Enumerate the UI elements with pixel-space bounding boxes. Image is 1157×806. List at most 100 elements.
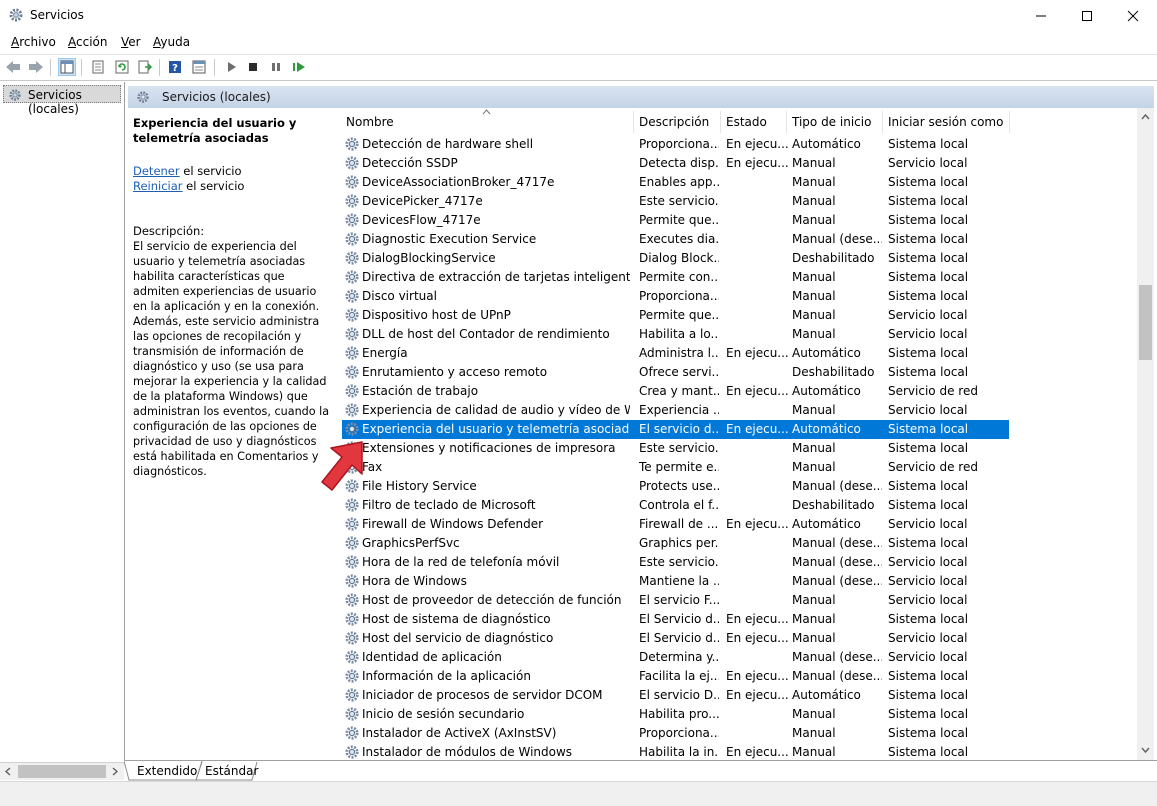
export-list-button[interactable] (136, 58, 154, 76)
service-row[interactable]: Instalador de ActiveX (AxInstSV) Proporci… (342, 724, 1009, 743)
service-row[interactable]: Instalador de módulos de Windows Habilita… (342, 743, 1009, 760)
show-hide-tree-button[interactable] (58, 58, 76, 76)
column-separator[interactable] (1009, 111, 1010, 133)
service-gear-icon (345, 422, 359, 436)
close-button[interactable] (1110, 0, 1156, 31)
service-name: Directiva de extracción de tarjetas inte… (362, 270, 630, 284)
stop-service-button[interactable] (244, 58, 262, 76)
service-row[interactable]: Identidad de aplicación Determina y... Man… (342, 648, 1009, 667)
service-row[interactable]: Detección SSDP Detecta disp... En ejecu...… (342, 154, 1009, 173)
service-row-selected[interactable]: Experiencia del usuario y telemetría aso… (342, 420, 1009, 439)
service-name: Estación de trabajo (362, 384, 479, 398)
column-separator[interactable] (786, 111, 787, 133)
service-row[interactable]: Diagnostic Execution Service Executes dia… (342, 230, 1009, 249)
column-header-name[interactable]: Nombre (346, 115, 394, 129)
pane-header-title: Servicios (locales) (162, 90, 271, 104)
service-name: DeviceAssociationBroker_4717e (362, 175, 555, 189)
service-row[interactable]: Host de proveedor de detección de funció… (342, 591, 1009, 610)
column-header-startup-type[interactable]: Tipo de inicio (792, 115, 871, 129)
scroll-left-icon (4, 767, 11, 776)
service-description: Permite que... (639, 308, 719, 322)
column-separator[interactable] (633, 111, 634, 133)
service-name: Inicio de sesión secundario (362, 707, 525, 721)
service-description: Habilita la in... (639, 745, 719, 759)
service-row[interactable]: Hora de Windows Mantiene la ... Manual (de… (342, 572, 1009, 591)
service-startup-type: Manual (dese... (792, 669, 882, 683)
service-row[interactable]: Energía Administra l... En ejecu... Automát… (342, 344, 1009, 363)
service-logon-as: Sistema local (888, 669, 969, 683)
service-detail-title: Experiencia del usuario y telemetría aso… (133, 116, 297, 145)
pause-service-button[interactable] (267, 58, 285, 76)
properties-button[interactable] (89, 58, 107, 76)
service-row[interactable]: Host del servicio de diagnóstico El Servi… (342, 629, 1009, 648)
column-separator[interactable] (720, 111, 721, 133)
toolbar-separator (50, 59, 51, 76)
service-row[interactable]: Detección de hardware shell Proporciona..… (342, 135, 1009, 154)
service-logon-as: Sistema local (888, 479, 969, 493)
maximize-button[interactable] (1064, 0, 1110, 31)
service-row[interactable]: Experiencia de calidad de audio y vídeo … (342, 401, 1009, 420)
service-row[interactable]: Iniciador de procesos de servidor DCOM El… (342, 686, 1009, 705)
service-row[interactable]: DialogBlockingService Dialog Block... Desh… (342, 249, 1009, 268)
service-description: Determina y... (639, 650, 719, 664)
restart-service-button[interactable] (290, 58, 308, 76)
tree-hscroll-thumb[interactable] (18, 765, 106, 778)
service-description: Detecta disp... (639, 156, 719, 170)
service-row[interactable]: Hora de la red de telefonía móvil Este se… (342, 553, 1009, 572)
service-name: Iniciador de procesos de servidor DCOM (362, 688, 603, 702)
service-row[interactable]: Enrutamiento y acceso remoto Ofrece servi… (342, 363, 1009, 382)
menu-bar: Archivo Acción Ver Ayuda (0, 31, 1157, 53)
menu-ayuda[interactable]: Ayuda (153, 35, 190, 49)
service-row[interactable]: DeviceAssociationBroker_4717e Enables app… (342, 173, 1009, 192)
service-row[interactable]: Información de la aplicación Facilita la … (342, 667, 1009, 686)
service-gear-icon (345, 213, 359, 227)
list-vertical-scrollbar[interactable] (1137, 108, 1154, 760)
stop-service-link[interactable]: Detener (133, 164, 180, 178)
view-tabs: Extendido Estándar (124, 760, 1157, 782)
service-description: Proporciona... (639, 289, 719, 303)
service-name: DevicesFlow_4717e (362, 213, 481, 227)
column-separator[interactable] (882, 111, 883, 133)
service-row[interactable]: DLL de host del Contador de rendimiento H… (342, 325, 1009, 344)
service-row[interactable]: Extensiones y notificaciones de impresor… (342, 439, 1009, 458)
service-name: Experiencia de calidad de audio y vídeo … (362, 403, 630, 417)
service-startup-type: Manual (792, 745, 836, 759)
service-row[interactable]: DevicePicker_4717e Este servicio... Manual… (342, 192, 1009, 211)
column-header-status[interactable]: Estado (726, 115, 767, 129)
back-button[interactable] (4, 58, 22, 76)
service-row[interactable]: Fax Te permite e... Manual Servicio de red (342, 458, 1009, 477)
forward-button[interactable] (27, 58, 45, 76)
stop-service-line: Detener el servicio (133, 164, 242, 178)
service-description: Crea y mant... (639, 384, 719, 398)
service-row[interactable]: Dispositivo host de UPnP Permite que... Ma… (342, 306, 1009, 325)
service-row[interactable]: Disco virtual Proporciona... Manual Sistema… (342, 287, 1009, 306)
stop-icon (249, 63, 257, 71)
tree-item-services-local[interactable]: Servicios (locales) (3, 85, 121, 116)
list-vscroll-thumb[interactable] (1139, 285, 1152, 360)
service-row[interactable]: Inicio de sesión secundario Habilita pro.… (342, 705, 1009, 724)
help-button[interactable]: ? (166, 58, 184, 76)
refresh-button[interactable] (113, 58, 131, 76)
service-row[interactable]: Directiva de extracción de tarjetas inte… (342, 268, 1009, 287)
tree-horizontal-scrollbar[interactable] (0, 762, 124, 780)
service-row[interactable]: Filtro de teclado de Microsoft Controla e… (342, 496, 1009, 515)
service-row[interactable]: DevicesFlow_4717e Permite que... Manual Sis… (342, 211, 1009, 230)
menu-accion[interactable]: Acción (68, 35, 107, 49)
view-button[interactable] (190, 58, 208, 76)
service-row[interactable]: Estación de trabajo Crea y mant... En ejec… (342, 382, 1009, 401)
service-startup-type: Manual (792, 612, 836, 626)
pane-header: Servicios (locales) (128, 86, 1154, 109)
service-row[interactable]: Host de sistema de diagnóstico El Servici… (342, 610, 1009, 629)
restart-service-link[interactable]: Reiniciar (133, 179, 183, 193)
menu-ver[interactable]: Ver (121, 35, 141, 49)
service-row[interactable]: Firewall de Windows Defender Firewall de … (342, 515, 1009, 534)
start-service-button[interactable] (222, 58, 240, 76)
column-header-description[interactable]: Descripción (639, 115, 709, 129)
service-row[interactable]: GraphicsPerfSvc Graphics per... Manual (de… (342, 534, 1009, 553)
minimize-button[interactable] (1018, 0, 1064, 31)
service-row[interactable]: File History Service Protects use... Manua… (342, 477, 1009, 496)
menu-archivo[interactable]: Archivo (11, 35, 56, 49)
service-status: En ejecu... (726, 517, 788, 531)
column-header-logon-as[interactable]: Iniciar sesión como (888, 115, 1003, 129)
service-gear-icon (345, 688, 359, 702)
